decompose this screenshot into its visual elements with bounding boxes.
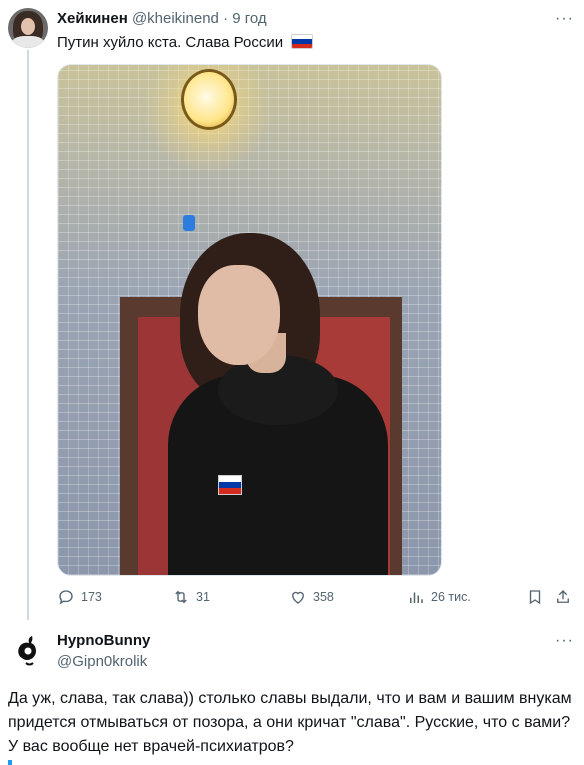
repost-button[interactable]: 31 bbox=[172, 588, 210, 606]
flag-badge bbox=[218, 475, 242, 495]
reply-text: Да уж, слава, так слава)) столько славы … bbox=[8, 690, 572, 755]
tweet-text: Путин хуйло кста. Слава России bbox=[57, 34, 314, 51]
bookmark-icon bbox=[529, 590, 541, 605]
reply-more-options-icon[interactable]: ··· bbox=[555, 632, 574, 650]
bunny-avatar-icon bbox=[8, 630, 48, 670]
share-button[interactable] bbox=[554, 588, 578, 606]
tweet-text-content: Путин хуйло кста. Слава России bbox=[57, 34, 284, 51]
thread-line bbox=[27, 50, 29, 620]
like-icon bbox=[292, 591, 304, 604]
reply-author-handle[interactable]: @Gipn0krolik bbox=[57, 653, 147, 670]
reply-avatar[interactable] bbox=[8, 630, 48, 670]
share-icon bbox=[557, 590, 569, 603]
author-name[interactable]: Хейкинен bbox=[57, 10, 128, 27]
tweet-actions: 173 31 358 26 тис. bbox=[57, 588, 575, 610]
like-button[interactable]: 358 bbox=[289, 588, 334, 606]
like-count: 358 bbox=[313, 590, 334, 604]
tweet-photo[interactable] bbox=[57, 64, 442, 576]
link-underline bbox=[8, 760, 12, 765]
timestamp[interactable]: 9 год bbox=[232, 10, 266, 27]
views-button[interactable]: 26 тис. bbox=[407, 588, 471, 606]
reply-count: 173 bbox=[81, 590, 102, 604]
avatar[interactable] bbox=[8, 8, 48, 48]
tweet-header: Хейкинен @kheikinend · 9 год bbox=[57, 10, 267, 27]
repost-icon bbox=[175, 590, 187, 604]
author-handle[interactable]: @kheikinend bbox=[132, 10, 219, 27]
face bbox=[198, 265, 280, 365]
more-options-icon[interactable]: ··· bbox=[555, 10, 574, 28]
lamp bbox=[181, 69, 237, 130]
views-icon bbox=[410, 592, 423, 603]
separator: · bbox=[223, 10, 229, 27]
views-count: 26 тис. bbox=[431, 590, 471, 604]
reply-button[interactable]: 173 bbox=[57, 588, 102, 606]
bookmark-button[interactable] bbox=[526, 588, 550, 606]
reply-icon bbox=[59, 590, 73, 605]
russian-flag-icon bbox=[291, 34, 314, 49]
repost-count: 31 bbox=[196, 590, 210, 604]
reply-author-name[interactable]: HypnoBunny bbox=[57, 632, 150, 649]
